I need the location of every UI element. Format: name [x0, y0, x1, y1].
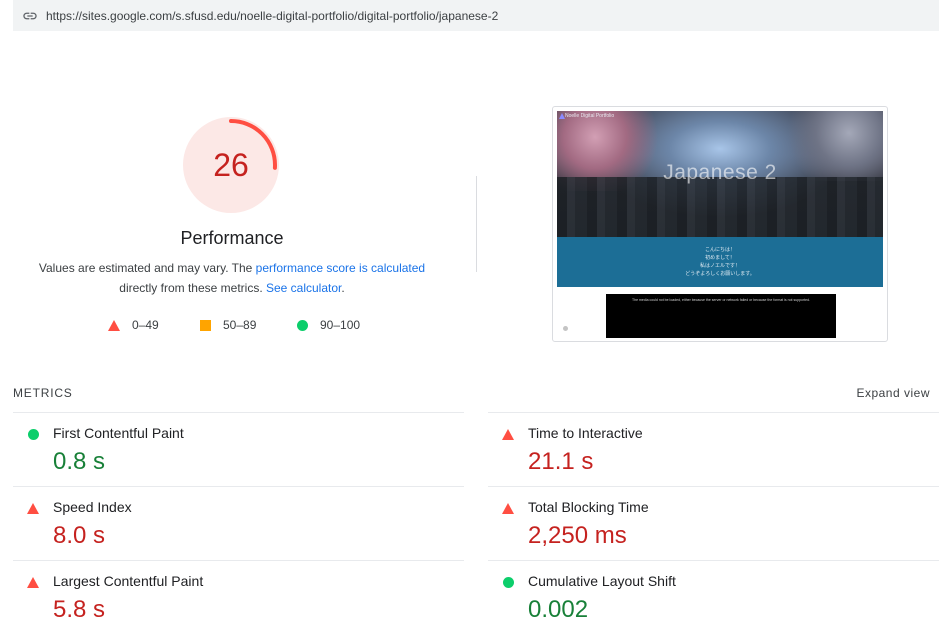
performance-title: Performance: [180, 228, 284, 248]
legend-poor: 0–49: [108, 318, 159, 332]
preview-site-name: Noelle Digital Portfolio: [565, 113, 615, 119]
link-icon: [22, 8, 38, 24]
metric-cls: Cumulative Layout Shift 0.002: [488, 560, 939, 635]
see-calculator-link[interactable]: See calculator: [266, 281, 341, 295]
square-icon: [199, 319, 211, 331]
metric-tbt: Total Blocking Time 2,250 ms: [488, 486, 939, 561]
page-url[interactable]: https://sites.google.com/s.sfusd.edu/noe…: [46, 9, 498, 23]
preview-greeting-band: こんにちは！ 初めまして！ 私はノエルです！ どうぞよろしくお願いします。: [557, 237, 883, 287]
expand-view-button[interactable]: Expand view: [856, 386, 930, 400]
preview-media-notice: The media could not be loaded, either be…: [631, 298, 811, 302]
triangle-icon: [108, 319, 120, 331]
preview-hero-image: Noelle Digital Portfolio Japanese 2: [557, 111, 883, 237]
metrics-heading: METRICS: [13, 386, 73, 400]
poor-triangle-icon: [502, 502, 514, 514]
metric-tti: Time to Interactive 21.1 s: [488, 412, 939, 487]
good-circle-icon: [502, 576, 514, 588]
settings-icon: [563, 326, 568, 331]
url-bar: https://sites.google.com/s.sfusd.edu/noe…: [13, 0, 939, 31]
metric-fcp: First Contentful Paint 0.8 s: [13, 412, 464, 487]
legend-good: 90–100: [296, 318, 360, 332]
performance-description: Values are estimated and may vary. The p…: [38, 261, 426, 295]
poor-triangle-icon: [27, 576, 39, 588]
metric-lcp: Largest Contentful Paint 5.8 s: [13, 560, 464, 635]
metric-speed-index: Speed Index 8.0 s: [13, 486, 464, 561]
legend-average: 50–89: [199, 318, 256, 332]
poor-triangle-icon: [27, 502, 39, 514]
page-screenshot-preview[interactable]: Noelle Digital Portfolio Japanese 2 こんにち…: [552, 106, 888, 342]
preview-media-box: The media could not be loaded, either be…: [606, 294, 836, 338]
performance-score-link[interactable]: performance score is calculated: [256, 261, 425, 275]
performance-gauge: 26: [183, 117, 281, 215]
performance-score: 26: [213, 146, 249, 183]
good-circle-icon: [27, 428, 39, 440]
circle-icon: [296, 319, 308, 331]
preview-hero-title: Japanese 2: [663, 161, 777, 184]
section-divider: [476, 176, 477, 272]
score-legend: 0–49 50–89 90–100: [0, 318, 464, 334]
poor-triangle-icon: [502, 428, 514, 440]
